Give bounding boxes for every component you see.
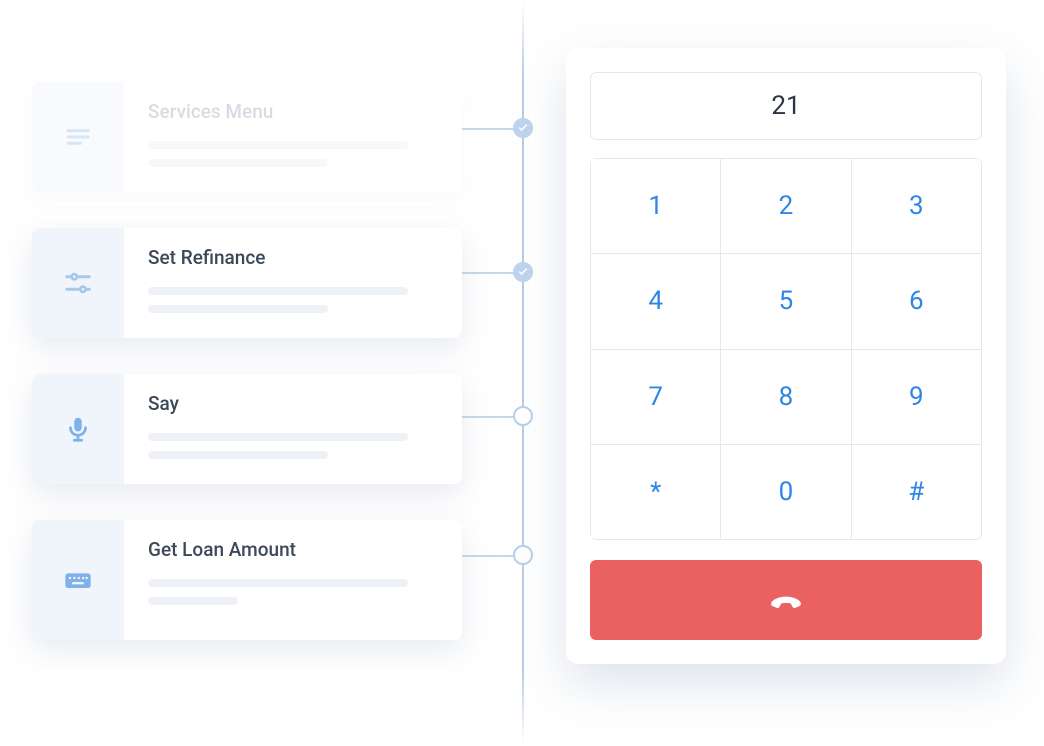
flow-card-say[interactable]: Say bbox=[32, 374, 462, 484]
keyboard-icon bbox=[62, 564, 94, 596]
card-title: Say bbox=[148, 392, 438, 415]
placeholder-line bbox=[148, 305, 328, 313]
menu-icon bbox=[63, 122, 93, 152]
timeline-line bbox=[522, 0, 524, 746]
placeholder-line bbox=[148, 451, 328, 459]
placeholder-line bbox=[148, 579, 408, 587]
card-content: Set Refinance bbox=[124, 228, 462, 323]
mic-icon bbox=[63, 414, 93, 444]
card-content: Say bbox=[124, 374, 462, 469]
card-content: Get Loan Amount bbox=[124, 520, 462, 615]
dialpad-key-0[interactable]: 0 bbox=[720, 444, 850, 539]
dialpad-key-star[interactable]: * bbox=[590, 444, 720, 539]
dialpad-key-3[interactable]: 3 bbox=[851, 158, 981, 253]
flow-column: Services Menu Set Refinance bbox=[32, 82, 462, 640]
card-content: Services Menu bbox=[124, 82, 462, 177]
card-icon-box bbox=[32, 82, 124, 192]
check-icon bbox=[517, 122, 529, 134]
dialpad-key-2[interactable]: 2 bbox=[720, 158, 850, 253]
placeholder-line bbox=[148, 141, 408, 149]
flow-card-get-loan-amount[interactable]: Get Loan Amount bbox=[32, 520, 462, 640]
dialpad-key-4[interactable]: 4 bbox=[590, 253, 720, 348]
placeholder-line bbox=[148, 433, 408, 441]
timeline-marker-checked bbox=[513, 262, 533, 282]
placeholder-line bbox=[148, 159, 328, 167]
flow-card-services-menu[interactable]: Services Menu bbox=[32, 82, 462, 192]
check-icon bbox=[517, 266, 529, 278]
sliders-icon bbox=[63, 268, 93, 298]
placeholder-line bbox=[148, 597, 238, 605]
dialpad-key-8[interactable]: 8 bbox=[720, 349, 850, 444]
dialpad-key-1[interactable]: 1 bbox=[590, 158, 720, 253]
dialpad-key-5[interactable]: 5 bbox=[720, 253, 850, 348]
flow-card-set-refinance[interactable]: Set Refinance bbox=[32, 228, 462, 338]
dialpad-key-6[interactable]: 6 bbox=[851, 253, 981, 348]
card-title: Set Refinance bbox=[148, 246, 438, 269]
card-icon-box bbox=[32, 520, 124, 640]
dialpad-grid: 1 2 3 4 5 6 7 8 9 * 0 # bbox=[590, 158, 982, 540]
card-icon-box bbox=[32, 374, 124, 484]
dialpad-key-7[interactable]: 7 bbox=[590, 349, 720, 444]
card-title: Services Menu bbox=[148, 100, 438, 123]
timeline-marker-open bbox=[513, 406, 533, 426]
timeline-marker-open bbox=[513, 545, 533, 565]
dialpad-panel: 21 1 2 3 4 5 6 7 8 9 * 0 # bbox=[566, 48, 1006, 664]
hangup-button[interactable] bbox=[590, 560, 982, 640]
dialpad-key-9[interactable]: 9 bbox=[851, 349, 981, 444]
card-icon-box bbox=[32, 228, 124, 338]
dialpad-display: 21 bbox=[590, 72, 982, 140]
timeline-marker-checked bbox=[513, 118, 533, 138]
phone-hangup-icon bbox=[765, 579, 807, 621]
card-title: Get Loan Amount bbox=[148, 538, 438, 561]
dialpad-key-hash[interactable]: # bbox=[851, 444, 981, 539]
placeholder-line bbox=[148, 287, 408, 295]
